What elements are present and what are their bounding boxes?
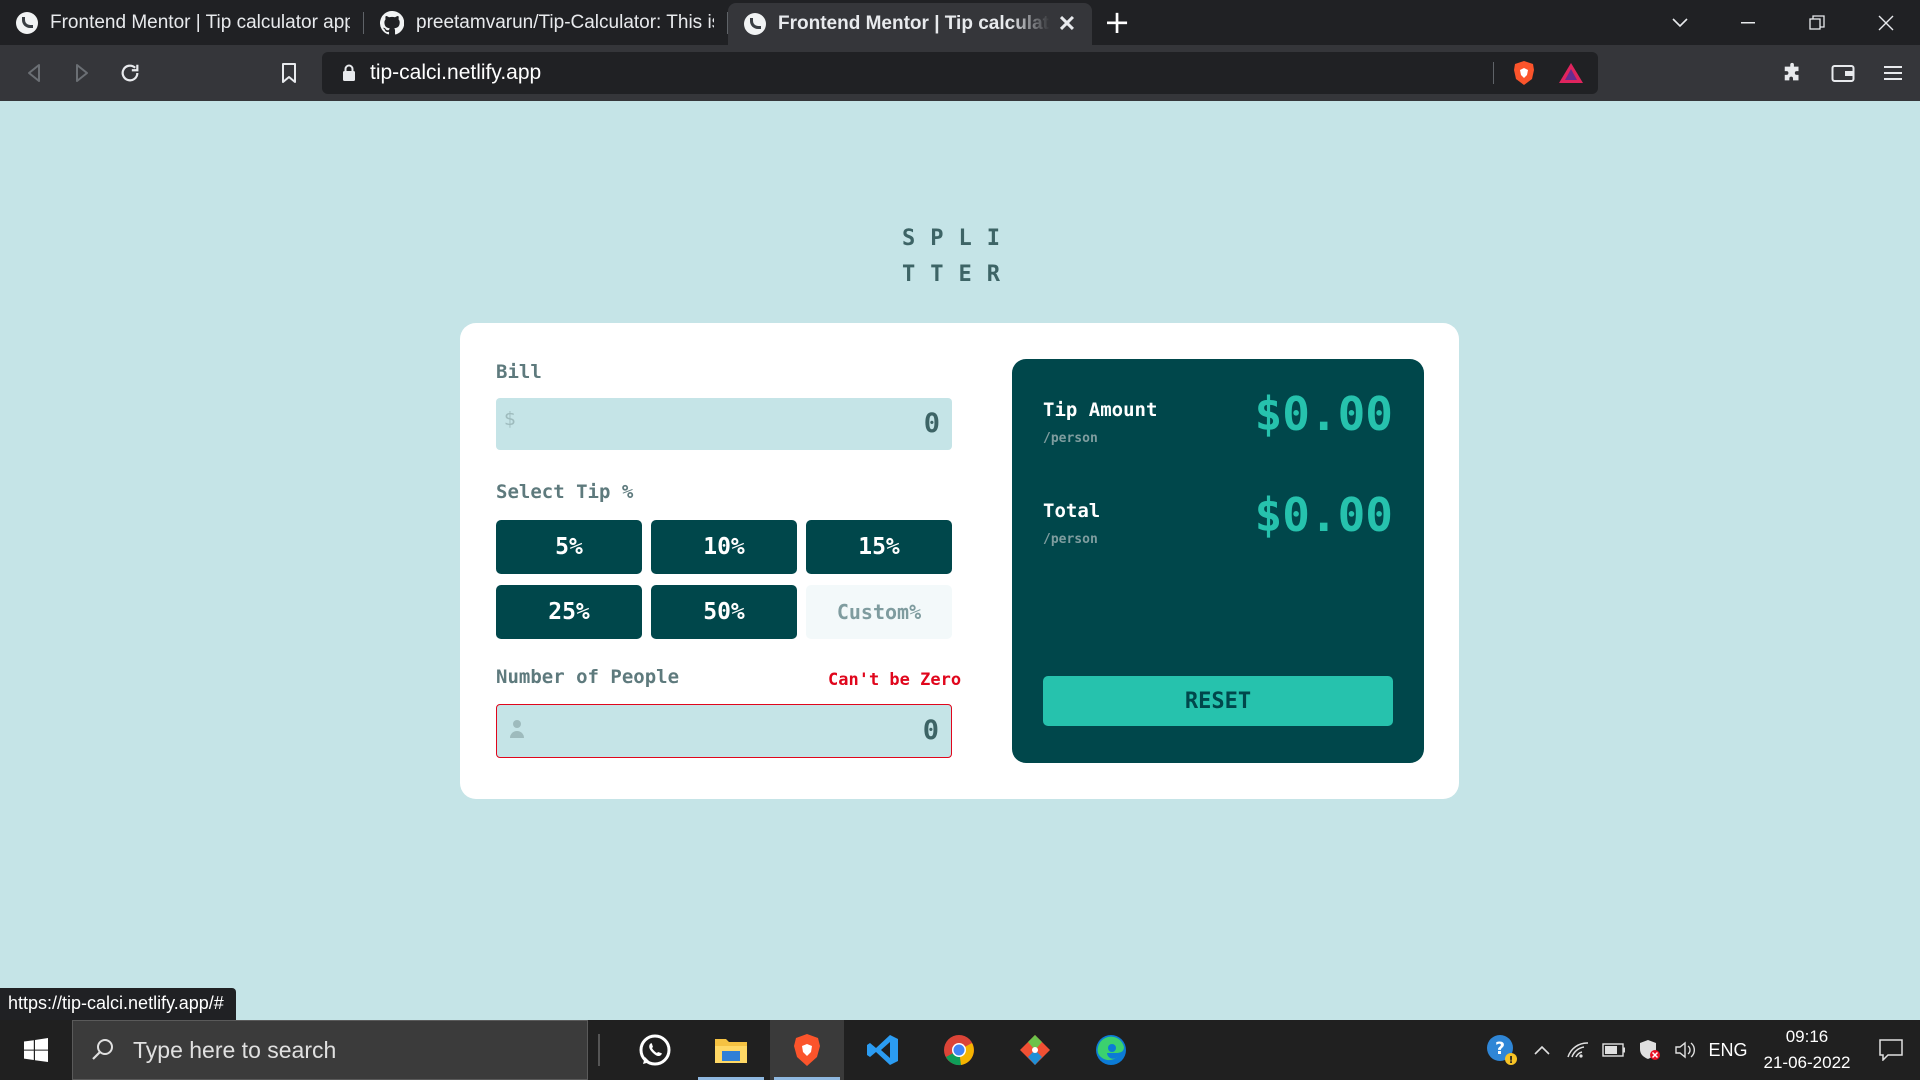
brave-browser-icon[interactable]	[770, 1020, 844, 1080]
total-per-person: /person	[1043, 532, 1098, 547]
tip-button-15[interactable]: 15%	[806, 520, 952, 574]
tip-amount-value: $0.00	[1254, 387, 1393, 441]
tab-title: Frontend Mentor | Tip calculator app	[50, 11, 350, 33]
minimize-icon[interactable]	[1713, 0, 1782, 45]
github-icon	[380, 10, 404, 34]
clock-time: 09:16	[1785, 1027, 1829, 1046]
battery-icon[interactable]	[1596, 1020, 1632, 1080]
close-window-icon[interactable]	[1851, 0, 1920, 45]
custom-tip-input[interactable]: Custom%	[806, 585, 952, 639]
vscode-icon[interactable]	[846, 1020, 920, 1080]
git-icon[interactable]	[998, 1020, 1072, 1080]
window-controls	[1713, 0, 1920, 45]
chevron-down-icon[interactable]	[1655, 0, 1705, 45]
language-indicator[interactable]: ENG	[1704, 1020, 1752, 1080]
back-icon[interactable]	[10, 49, 58, 97]
bookmark-icon[interactable]	[265, 49, 313, 97]
clock[interactable]: 09:16 21-06-2022	[1752, 1024, 1862, 1076]
people-error-message: Can't be Zero	[828, 670, 962, 690]
people-input[interactable]: 0	[496, 704, 952, 758]
lock-icon	[343, 64, 355, 81]
total-label: Total	[1043, 500, 1101, 522]
wifi-icon[interactable]	[1560, 1020, 1596, 1080]
splitter-logo: SPLI TTER	[902, 221, 1012, 293]
select-tip-label: Select Tip %	[496, 481, 634, 503]
file-explorer-icon[interactable]	[694, 1020, 768, 1080]
brave-rewards-icon[interactable]	[1558, 62, 1584, 88]
taskbar-divider	[598, 1034, 600, 1066]
frontend-mentor-icon	[16, 11, 38, 34]
calculator-card: Bill $ 0 Select Tip % 5% 10% 15% 25% 50%…	[460, 323, 1459, 799]
frontend-mentor-icon	[744, 13, 766, 35]
browser-tab-2[interactable]: preetamvarun/Tip-Calculator: This is a	[364, 0, 728, 45]
tip-amount-label: Tip Amount	[1043, 399, 1158, 421]
tip-button-25[interactable]: 25%	[496, 585, 642, 639]
security-warning-icon[interactable]	[1632, 1020, 1668, 1080]
tip-button-5[interactable]: 5%	[496, 520, 642, 574]
people-value: 0	[922, 715, 939, 746]
search-icon	[92, 1039, 113, 1060]
new-tab-button[interactable]: +	[1092, 0, 1142, 45]
number-of-people-label: Number of People	[496, 666, 680, 688]
tab-title: preetamvarun/Tip-Calculator: This is a	[416, 11, 714, 33]
system-tray: ?! ENG 09:16 21-06-2022	[1480, 1020, 1920, 1080]
svg-text:?: ?	[1495, 1039, 1505, 1059]
toolbar-actions	[1768, 45, 1920, 101]
divider	[1493, 62, 1494, 84]
bill-label: Bill	[496, 361, 542, 383]
address-bar[interactable]: tip-calci.netlify.app	[322, 52, 1598, 94]
notifications-icon[interactable]	[1862, 1020, 1920, 1080]
reload-icon[interactable]	[106, 49, 154, 97]
logo-line-2: TTER	[902, 262, 1015, 287]
search-placeholder: Type here to search	[133, 1036, 337, 1063]
volume-icon[interactable]	[1668, 1020, 1704, 1080]
url-text: tip-calci.netlify.app	[370, 61, 542, 84]
person-icon	[510, 720, 524, 738]
show-hidden-icons-icon[interactable]	[1524, 1020, 1560, 1080]
whatsapp-icon[interactable]	[618, 1020, 692, 1080]
tip-amount-per-person: /person	[1043, 431, 1098, 446]
language-text: ENG	[1708, 1039, 1748, 1060]
extensions-icon[interactable]	[1768, 48, 1818, 98]
bill-value: 0	[923, 408, 940, 439]
chrome-icon[interactable]	[922, 1020, 996, 1080]
bill-input[interactable]: $ 0	[496, 398, 952, 450]
windows-taskbar: Type here to search ?! ENG 09:16 21-06-2	[0, 1020, 1920, 1080]
dollar-icon: $	[504, 408, 517, 430]
tab-close-icon[interactable]: ✕	[1056, 13, 1078, 35]
tab-title: Frontend Mentor | Tip calculator app	[778, 13, 1050, 34]
result-panel: Tip Amount /person $0.00 Total /person $…	[1012, 359, 1424, 763]
web-page: SPLI TTER Bill $ 0 Select Tip % 5% 10% 1…	[0, 101, 1920, 1020]
wallet-icon[interactable]	[1818, 48, 1868, 98]
browser-tab-3-active[interactable]: Frontend Mentor | Tip calculator app ✕	[728, 3, 1092, 45]
link-status-bar: https://tip-calci.netlify.app/#	[0, 988, 236, 1020]
browser-tab-1[interactable]: Frontend Mentor | Tip calculator app	[0, 0, 364, 45]
restore-icon[interactable]	[1782, 0, 1851, 45]
tip-button-10[interactable]: 10%	[651, 520, 797, 574]
edge-icon[interactable]	[1074, 1020, 1148, 1080]
logo-line-1: SPLI	[902, 226, 1015, 251]
browser-tab-strip: Frontend Mentor | Tip calculator app pre…	[0, 0, 1920, 45]
help-icon[interactable]: ?!	[1480, 1020, 1524, 1080]
menu-icon[interactable]	[1868, 48, 1918, 98]
total-value: $0.00	[1254, 488, 1393, 542]
brave-shields-icon[interactable]	[1512, 60, 1536, 90]
tip-button-50[interactable]: 50%	[651, 585, 797, 639]
browser-toolbar: tip-calci.netlify.app	[0, 45, 1920, 101]
forward-icon[interactable]	[58, 49, 106, 97]
windows-start-icon[interactable]	[0, 1020, 72, 1080]
svg-text:!: !	[1509, 1055, 1514, 1066]
taskbar-search-box[interactable]: Type here to search	[72, 1020, 588, 1080]
clock-date: 21-06-2022	[1763, 1053, 1851, 1072]
reset-button[interactable]: RESET	[1043, 676, 1393, 726]
